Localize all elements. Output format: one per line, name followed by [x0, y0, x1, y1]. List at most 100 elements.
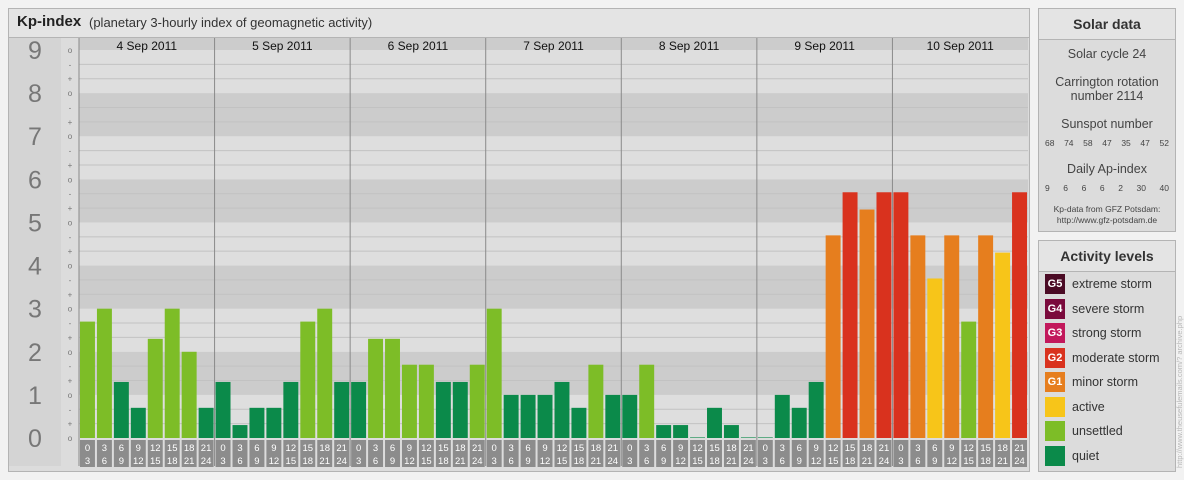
- kp-bar: [368, 338, 384, 438]
- y-minor-tick-label: o: [68, 218, 73, 227]
- interval-end-label: 18: [167, 456, 178, 467]
- legend-swatch: G4: [1045, 298, 1065, 319]
- interval-end-label: 12: [811, 456, 822, 467]
- kp-bar: [96, 308, 112, 438]
- sunspot-value: 58: [1083, 138, 1093, 148]
- interval-end-label: 18: [438, 456, 449, 467]
- carrington-line2: number 2114: [1070, 89, 1144, 103]
- interval-end-label: 18: [574, 456, 585, 467]
- interval-end-label: 15: [286, 456, 297, 467]
- y-tick-label: 9: [28, 37, 42, 65]
- interval-start-label: 9: [814, 443, 819, 454]
- interval-start-label: 0: [763, 443, 768, 454]
- interval-start-label: 15: [980, 443, 991, 454]
- interval-start-label: 9: [542, 443, 547, 454]
- interval-start-label: 21: [743, 443, 754, 454]
- interval-end-label: 9: [254, 456, 259, 467]
- activity-levels-panel: Activity levels G5 extreme storm G4 severe …: [1038, 240, 1176, 472]
- y-tick-label: 6: [28, 166, 42, 194]
- interval-start-label: 0: [492, 443, 497, 454]
- y-tick-label: 8: [28, 80, 42, 108]
- interval-end-label: 6: [644, 456, 649, 467]
- interval-start-label: 0: [627, 443, 632, 454]
- legend-item-moderate-storm: G2 moderate storm: [1045, 347, 1160, 368]
- kp-bar: [859, 209, 875, 438]
- kp-bar: [978, 235, 994, 438]
- kp-bar: [961, 321, 977, 438]
- interval-start-label: 15: [438, 443, 449, 454]
- y-tick-label: 3: [28, 296, 42, 324]
- y-minor-tick-label: o: [68, 132, 73, 141]
- legend-swatch: [1045, 396, 1065, 417]
- y-tick-label: 7: [28, 123, 42, 151]
- kp-bar: [503, 394, 519, 438]
- interval-end-label: 21: [455, 456, 466, 467]
- kp-bar: [927, 278, 943, 438]
- legend-label: strong storm: [1072, 326, 1142, 340]
- y-minor-tick-label: o: [68, 89, 73, 98]
- kp-bar: [486, 308, 502, 438]
- kp-bar: [723, 425, 739, 438]
- kp-bar: [740, 437, 756, 438]
- interval-start-label: 21: [879, 443, 890, 454]
- kp-bar: [893, 192, 909, 438]
- y-minor-tick-label: +: [68, 247, 73, 256]
- y-minor-tick-label: -: [69, 190, 72, 199]
- interval-start-label: 18: [997, 443, 1008, 454]
- interval-end-label: 3: [763, 456, 768, 467]
- interval-start-label: 15: [709, 443, 720, 454]
- interval-start-label: 0: [220, 443, 225, 454]
- interval-start-label: 6: [932, 443, 937, 454]
- kp-bar: [910, 235, 926, 438]
- y-minor-tick-label: -: [69, 319, 72, 328]
- interval-start-label: 0: [898, 443, 903, 454]
- y-minor-tick-label: -: [69, 103, 72, 112]
- interval-start-label: 3: [373, 443, 378, 454]
- interval-start-label: 21: [201, 443, 212, 454]
- interval-end-label: 18: [302, 456, 313, 467]
- legend-label: active: [1072, 399, 1105, 414]
- kp-bar: [622, 394, 638, 438]
- interval-end-label: 12: [404, 456, 415, 467]
- kp-bar: [588, 364, 604, 438]
- interval-start-label: 15: [167, 443, 178, 454]
- interval-end-label: 9: [525, 456, 530, 467]
- interval-end-label: 21: [862, 456, 873, 467]
- kp-bar: [418, 364, 434, 438]
- interval-start-label: 6: [254, 443, 259, 454]
- kp-bar: [656, 425, 672, 438]
- grid-band: [79, 50, 1028, 94]
- legend-swatch: G3: [1045, 323, 1065, 343]
- interval-end-label: 24: [472, 456, 483, 467]
- interval-end-label: 12: [675, 456, 686, 467]
- data-source-link[interactable]: http://www.gfz-potsdam.de: [1039, 215, 1175, 225]
- legend-label: moderate storm: [1072, 350, 1160, 365]
- sunspot-heading: Sunspot number: [1061, 117, 1153, 131]
- sunspot-value: 68: [1045, 138, 1055, 148]
- interval-end-label: 18: [845, 456, 856, 467]
- kp-bar: [876, 192, 892, 438]
- kp-bar: [215, 381, 231, 438]
- kp-bar: [944, 235, 960, 438]
- kp-bar: [571, 407, 587, 438]
- interval-end-label: 6: [102, 456, 107, 467]
- carrington-line1: Carrington rotation: [1055, 75, 1159, 89]
- interval-start-label: 12: [150, 443, 161, 454]
- ap-value: 6: [1081, 183, 1087, 193]
- kp-bar: [266, 407, 282, 438]
- interval-end-label: 24: [201, 456, 212, 467]
- chart-title: Kp-index: [17, 13, 82, 30]
- kp-bar: [690, 437, 706, 438]
- interval-end-label: 3: [492, 456, 497, 467]
- kp-bar: [995, 252, 1011, 438]
- y-tick-label: 2: [28, 339, 42, 367]
- solar-data-panel: Solar data Solar cycle 24 Carrington rot…: [1038, 8, 1176, 232]
- interval-end-label: 6: [508, 456, 513, 467]
- chart-subtitle: (planetary 3-hourly index of geomagnetic…: [89, 15, 373, 30]
- y-minor-tick-label: +: [68, 377, 73, 386]
- interval-start-label: 3: [237, 443, 242, 454]
- day-label: 10 Sep 2011: [927, 39, 994, 53]
- interval-end-label: 15: [557, 456, 568, 467]
- y-minor-tick-label: o: [68, 46, 73, 55]
- interval-end-label: 12: [133, 456, 144, 467]
